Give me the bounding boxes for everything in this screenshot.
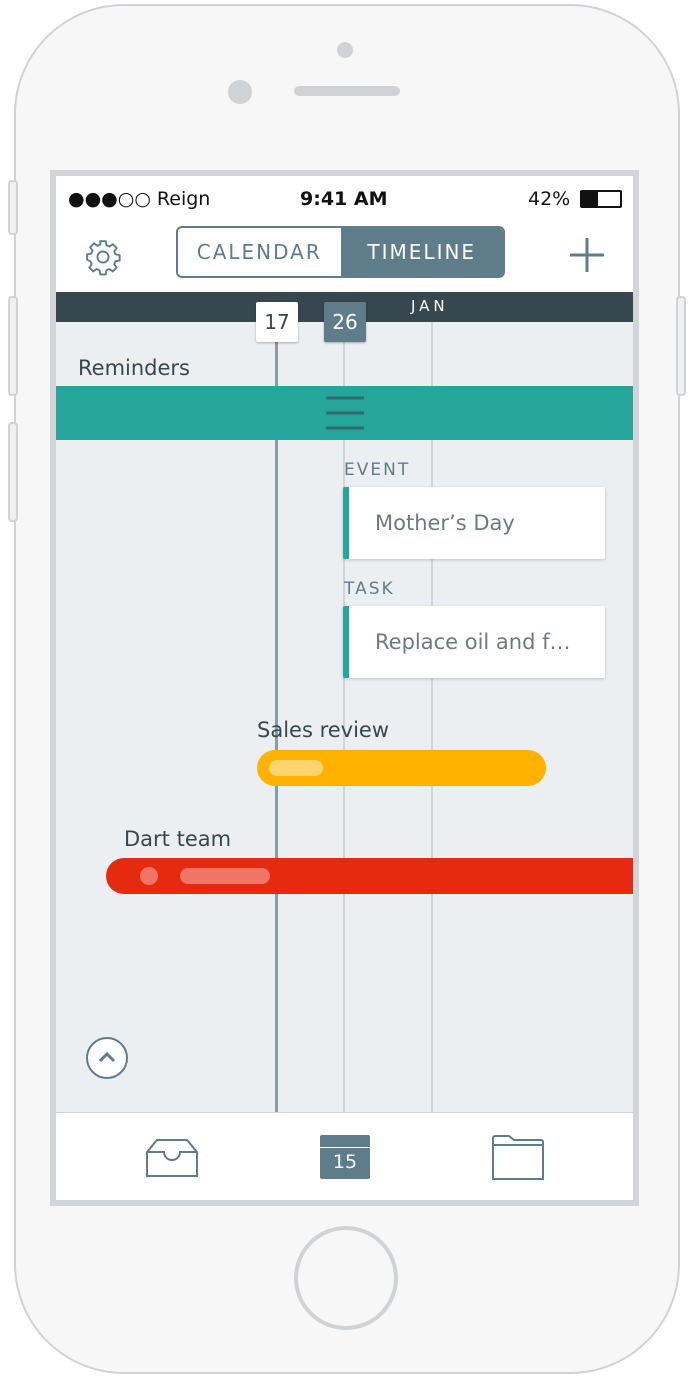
today-marker[interactable]: 17 xyxy=(256,302,298,342)
view-toggle: CALENDAR TIMELINE xyxy=(176,226,505,278)
dot-icon xyxy=(140,867,158,885)
task-title: Replace oil and f… xyxy=(375,630,571,654)
reminders-label: Reminders xyxy=(78,356,190,380)
speaker xyxy=(294,86,400,96)
battery-icon xyxy=(580,190,622,208)
dart-team-label: Dart team xyxy=(124,827,232,851)
front-sensor xyxy=(337,42,353,58)
selected-day-marker[interactable]: 26 xyxy=(324,302,366,342)
event-card[interactable]: Mother’s Day xyxy=(343,487,605,559)
scroll-up-button[interactable] xyxy=(86,1037,128,1079)
calendar-day: 15 xyxy=(332,1151,358,1173)
reminders-bar[interactable] xyxy=(56,386,633,440)
task-caption: TASK xyxy=(344,579,395,599)
home-button[interactable] xyxy=(294,1226,398,1330)
event-caption: EVENT xyxy=(344,460,411,480)
progress-pill xyxy=(269,760,323,776)
month-label: JAN xyxy=(411,297,449,315)
plus-icon[interactable] xyxy=(568,236,606,274)
event-title: Mother’s Day xyxy=(375,511,515,535)
battery-percent: 42% xyxy=(528,188,571,210)
task-card[interactable]: Replace oil and f… xyxy=(343,606,605,678)
front-camera xyxy=(228,80,252,104)
month-gridline xyxy=(431,322,433,1112)
carrier: ●●●○○ Reign xyxy=(68,188,211,210)
inbox-icon[interactable] xyxy=(146,1138,198,1178)
selected-day-line xyxy=(343,322,345,1112)
calendar-icon[interactable]: 15 xyxy=(320,1135,370,1179)
sales-review-label: Sales review xyxy=(257,718,390,742)
power-button xyxy=(676,296,686,396)
tab-calendar[interactable]: CALENDAR xyxy=(178,228,341,276)
drag-handle-icon[interactable] xyxy=(326,395,364,431)
dart-team-bar[interactable] xyxy=(106,858,633,894)
volume-up-button xyxy=(8,296,18,396)
clock: 9:41 AM xyxy=(300,188,388,210)
mute-switch xyxy=(8,180,18,235)
tab-timeline[interactable]: TIMELINE xyxy=(340,228,503,276)
gear-icon[interactable] xyxy=(84,238,122,276)
folder-icon[interactable] xyxy=(492,1135,544,1181)
progress-pill xyxy=(180,868,270,884)
sales-review-bar[interactable] xyxy=(257,750,546,786)
today-line xyxy=(275,322,278,1112)
volume-down-button xyxy=(8,422,18,522)
screen: ●●●○○ Reign 9:41 AM 42% CALENDAR TIMELIN… xyxy=(50,170,639,1206)
tab-bar: 15 xyxy=(56,1112,633,1200)
chevron-up-icon xyxy=(98,1051,116,1063)
